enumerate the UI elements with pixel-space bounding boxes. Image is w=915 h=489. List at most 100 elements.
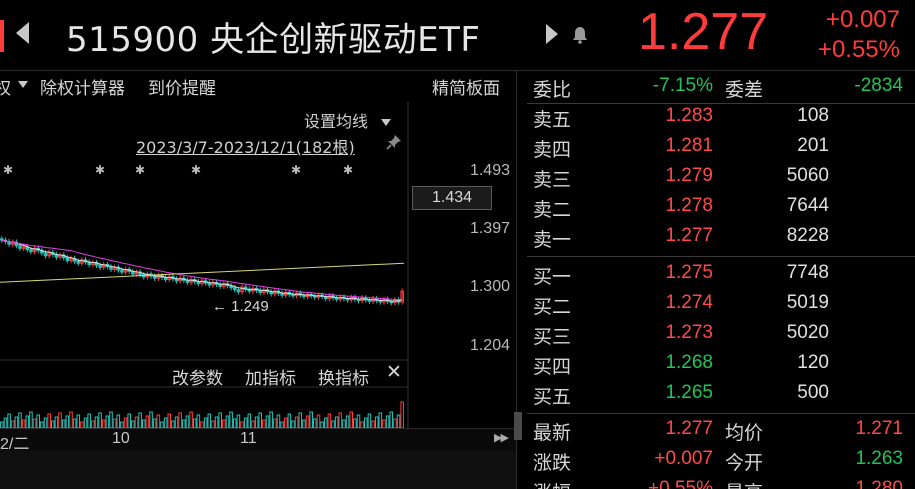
bid-row-1[interactable]: 买一 1.275 7748 [517, 259, 915, 289]
weicha-value: -2834 [854, 75, 903, 96]
candle-body [232, 287, 237, 291]
ask-price: 1.281 [665, 135, 713, 156]
bid-row-3[interactable]: 买三 1.273 5020 [517, 319, 915, 349]
ask-row-4[interactable]: 卖四 1.281 201 [517, 132, 915, 162]
book-separator [527, 413, 915, 414]
volume-bar [178, 412, 182, 429]
volume-bar [232, 418, 237, 429]
price-change: +0.007 [825, 6, 900, 33]
volume-bar [396, 414, 401, 429]
volume-bar [214, 416, 219, 429]
fast-forward-icon[interactable]: ▶▶ [494, 431, 509, 444]
volume-bar [258, 412, 263, 429]
ask-row-5[interactable]: 卖五 1.283 108 [517, 102, 915, 132]
volume-bar [371, 420, 375, 429]
stat-label: 均价 [725, 423, 764, 444]
volume-bar [309, 411, 313, 429]
pin-icon[interactable] [386, 134, 402, 150]
volume-bar [222, 419, 226, 429]
stat-value: 1.263 [855, 448, 903, 469]
low-marker-label: ← 1.249 [212, 298, 269, 315]
event-marker-icon: ✱ [95, 163, 105, 177]
candle-body [29, 249, 33, 253]
volume-bar [105, 415, 110, 429]
toolbar-item-exright-calculator[interactable]: 除权计算器 [40, 74, 125, 99]
left-edge-marker [0, 20, 4, 52]
indicator-bar: 改参数 加指标 换指标 ✕ [0, 361, 410, 389]
weibi-row: 委比 -7.15% 委差 -2834 [517, 72, 915, 102]
volume-bar [305, 415, 310, 429]
volume-bar [98, 412, 102, 429]
stat-label: 涨跌 [533, 453, 572, 474]
indicator-add-button[interactable]: 加指标 [245, 364, 296, 389]
bid-volume: 500 [797, 382, 829, 403]
volume-bar [393, 418, 397, 429]
prev-stock-arrow-icon[interactable] [16, 22, 29, 44]
candle-body [120, 269, 124, 273]
volume-bar [378, 412, 383, 429]
next-stock-arrow-icon[interactable] [546, 24, 558, 44]
volume-bar [247, 413, 252, 429]
volume-bar [273, 418, 277, 429]
volume-bar [134, 416, 139, 429]
ma-settings-dropdown[interactable]: 设置均线 [304, 108, 397, 132]
ask-price: 1.279 [665, 165, 713, 186]
y-tick-label: 1.493 [469, 162, 510, 179]
bid-label: 买四 [533, 357, 572, 378]
volume-bar [218, 412, 222, 429]
volume-bar [269, 411, 273, 429]
volume-bar [323, 417, 328, 429]
volume-bar [83, 417, 88, 429]
volume-bar [185, 415, 190, 429]
ma-settings-label: 设置均线 [304, 112, 369, 131]
toolbar-item-price-alert[interactable]: 到价提醒 [148, 74, 216, 99]
candle-body [236, 289, 241, 293]
date-range-link[interactable]: 2023/3/7-2023/12/1(182根) [136, 134, 355, 158]
bid-row-4[interactable]: 买四 1.268 120 [517, 349, 915, 379]
indicator-close-icon[interactable]: ✕ [386, 361, 402, 383]
volume-bar [141, 419, 146, 429]
ask-row-3[interactable]: 卖三 1.279 5060 [517, 162, 915, 192]
volume-bar [338, 412, 343, 429]
volume-bar [65, 415, 70, 429]
volume-bar [58, 412, 62, 429]
bid-row-5[interactable]: 买五 1.265 500 [517, 379, 915, 409]
weicha-label: 委差 [725, 80, 764, 101]
stat-value: 1.277 [665, 418, 713, 439]
volume-bar [109, 411, 113, 429]
ask-row-2[interactable]: 卖二 1.278 7644 [517, 192, 915, 222]
event-marker-icon: ✱ [3, 163, 13, 177]
volume-bar [243, 417, 248, 429]
volume-bar [29, 411, 33, 429]
volume-bar [36, 414, 40, 429]
ask-volume: 7644 [786, 195, 829, 216]
volume-bar [3, 417, 8, 429]
volume-bar [385, 415, 390, 429]
volume-bar [116, 414, 121, 429]
y-tick-label: 1.204 [469, 337, 510, 354]
indicator-switch-button[interactable]: 换指标 [318, 364, 369, 389]
indicator-change-params-button[interactable]: 改参数 [172, 364, 223, 389]
volume-bar [283, 417, 288, 429]
x-axis-label: 10 [112, 430, 130, 447]
volume-bar [356, 414, 361, 429]
ask-volume: 201 [797, 135, 829, 156]
bid-label: 买五 [533, 387, 572, 408]
toolbar-item-compact-layout[interactable]: 精简板面 [432, 74, 500, 99]
toolbar-dropdown-chevron-icon[interactable] [18, 74, 34, 94]
volume-bar [43, 417, 48, 429]
volume-bar [345, 415, 350, 429]
bid-row-2[interactable]: 买二 1.274 5019 [517, 289, 915, 319]
bell-icon[interactable] [572, 26, 588, 44]
stat-label: 最高 [725, 478, 763, 489]
volume-bar [25, 415, 30, 429]
kline-chart[interactable]: ✱ ✱ ✱ ✱ ✱ ✱ 设置均线 2023/3/7-2023/12/1(182根) 1.4… [0, 102, 516, 489]
volume-bar [167, 413, 172, 429]
toolbar-partial-item[interactable]: 权 [0, 74, 11, 99]
event-marker-icon: ✱ [191, 163, 201, 177]
bid-label: 买三 [533, 327, 572, 348]
volume-bar [367, 413, 372, 429]
current-value-box: 1.434 [412, 186, 492, 210]
volume-bar [101, 419, 106, 429]
ask-row-1[interactable]: 卖一 1.277 8228 [517, 222, 915, 252]
